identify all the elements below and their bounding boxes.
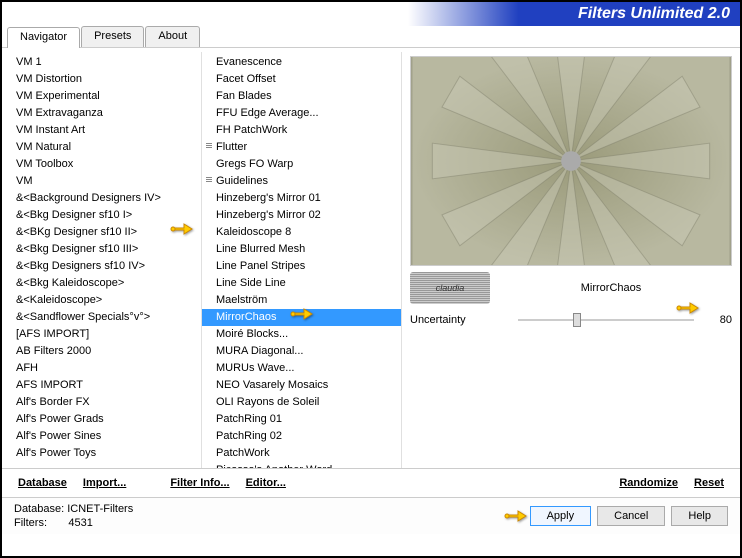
list-item[interactable]: AFS IMPORT: [2, 377, 201, 394]
list-item[interactable]: Alf's Power Toys: [2, 445, 201, 462]
parameters-area: Uncertainty 80: [410, 314, 732, 464]
randomize-link[interactable]: Randomize: [615, 475, 682, 491]
apply-button[interactable]: Apply: [530, 506, 592, 526]
list-item[interactable]: OLI Rayons de Soleil: [202, 394, 401, 411]
list-item[interactable]: AB Filters 2000: [2, 343, 201, 360]
list-item[interactable]: Kaleidoscope 8: [202, 224, 401, 241]
filter-column: EvanescenceFacet OffsetFan BladesFFU Edg…: [202, 52, 402, 468]
list-item[interactable]: Evanescence: [202, 54, 401, 71]
list-item[interactable]: VM: [2, 173, 201, 190]
list-item[interactable]: Alf's Power Grads: [2, 411, 201, 428]
tab-about[interactable]: About: [145, 26, 200, 47]
category-list[interactable]: VM 1VM DistortionVM ExperimentalVM Extra…: [2, 52, 201, 468]
status-bar: Database: ICNET-Filters Filters: 4531 Ap…: [2, 497, 740, 534]
list-item[interactable]: Alf's Border FX: [2, 394, 201, 411]
tab-strip: NavigatorPresetsAbout: [2, 26, 740, 48]
list-item[interactable]: MURUs Wave...: [202, 360, 401, 377]
list-item[interactable]: [AFS IMPORT]: [2, 326, 201, 343]
status-left: Database: ICNET-Filters Filters: 4531: [14, 502, 133, 530]
param-value: 80: [702, 314, 732, 326]
param-label: Uncertainty: [410, 314, 510, 326]
database-link[interactable]: Database: [14, 475, 71, 491]
pointer-icon: [504, 506, 528, 524]
list-item[interactable]: Line Blurred Mesh: [202, 241, 401, 258]
right-panel: claudia MirrorChaos Uncertainty 80: [402, 52, 740, 468]
list-item[interactable]: Line Side Line: [202, 275, 401, 292]
tab-navigator[interactable]: Navigator: [7, 27, 80, 48]
filterinfo-link[interactable]: Filter Info...: [166, 475, 233, 491]
list-item[interactable]: PatchRing 01: [202, 411, 401, 428]
pointer-icon: [290, 304, 314, 322]
db-value: ICNET-Filters: [67, 503, 133, 515]
filters-count-label: Filters:: [14, 517, 47, 529]
cancel-button[interactable]: Cancel: [597, 506, 665, 526]
list-item[interactable]: Fan Blades: [202, 88, 401, 105]
list-item[interactable]: FH PatchWork: [202, 122, 401, 139]
help-button[interactable]: Help: [671, 506, 728, 526]
list-item[interactable]: Line Panel Stripes: [202, 258, 401, 275]
list-item[interactable]: Guidelines: [202, 173, 401, 190]
selected-filter-name: MirrorChaos: [490, 282, 732, 294]
list-item[interactable]: Hinzeberg's Mirror 02: [202, 207, 401, 224]
list-item[interactable]: AFH: [2, 360, 201, 377]
list-item[interactable]: Gregs FO Warp: [202, 156, 401, 173]
list-item[interactable]: PatchRing 02: [202, 428, 401, 445]
list-item[interactable]: Flutter: [202, 139, 401, 156]
filter-list[interactable]: EvanescenceFacet OffsetFan BladesFFU Edg…: [202, 52, 401, 468]
filters-count-value: 4531: [68, 517, 92, 529]
window-title: Filters Unlimited 2.0: [578, 5, 730, 23]
title-bar: Filters Unlimited 2.0: [2, 2, 740, 26]
list-item[interactable]: Moiré Blocks...: [202, 326, 401, 343]
main-area: VM 1VM DistortionVM ExperimentalVM Extra…: [2, 48, 740, 468]
pointer-icon: [170, 219, 194, 237]
list-item[interactable]: &<Background Designers IV>: [2, 190, 201, 207]
db-label: Database:: [14, 503, 64, 515]
dialog-buttons: Apply Cancel Help: [530, 506, 728, 526]
watermark-badge: claudia: [410, 272, 490, 304]
list-item[interactable]: &<Kaleidoscope>: [2, 292, 201, 309]
list-item[interactable]: VM Extravaganza: [2, 105, 201, 122]
tab-presets[interactable]: Presets: [81, 26, 144, 47]
list-item[interactable]: VM Instant Art: [2, 122, 201, 139]
slider-thumb[interactable]: [573, 313, 581, 327]
list-item[interactable]: &<Sandflower Specials°v°>: [2, 309, 201, 326]
list-item[interactable]: Facet Offset: [202, 71, 401, 88]
list-item[interactable]: &<Bkg Designers sf10 IV>: [2, 258, 201, 275]
import-link[interactable]: Import...: [79, 475, 130, 491]
param-slider[interactable]: [518, 319, 694, 321]
list-item[interactable]: &<Bkg Designer sf10 III>: [2, 241, 201, 258]
list-item[interactable]: VM Natural: [2, 139, 201, 156]
list-item[interactable]: FFU Edge Average...: [202, 105, 401, 122]
reset-link[interactable]: Reset: [690, 475, 728, 491]
list-item[interactable]: VM Experimental: [2, 88, 201, 105]
pointer-icon: [676, 298, 700, 316]
list-item[interactable]: MURA Diagonal...: [202, 343, 401, 360]
list-item[interactable]: NEO Vasarely Mosaics: [202, 377, 401, 394]
category-column: VM 1VM DistortionVM ExperimentalVM Extra…: [2, 52, 202, 468]
list-item[interactable]: VM Toolbox: [2, 156, 201, 173]
preview-area: [410, 56, 732, 266]
list-item[interactable]: &<Bkg Kaleidoscope>: [2, 275, 201, 292]
list-item[interactable]: PatchWork: [202, 445, 401, 462]
list-item[interactable]: Picasso's Another Word...: [202, 462, 401, 468]
editor-link[interactable]: Editor...: [242, 475, 290, 491]
list-item[interactable]: Hinzeberg's Mirror 01: [202, 190, 401, 207]
list-item[interactable]: VM Distortion: [2, 71, 201, 88]
toolbar: Database Import... Filter Info... Editor…: [2, 468, 740, 497]
list-item[interactable]: VM 1: [2, 54, 201, 71]
list-item[interactable]: Alf's Power Sines: [2, 428, 201, 445]
